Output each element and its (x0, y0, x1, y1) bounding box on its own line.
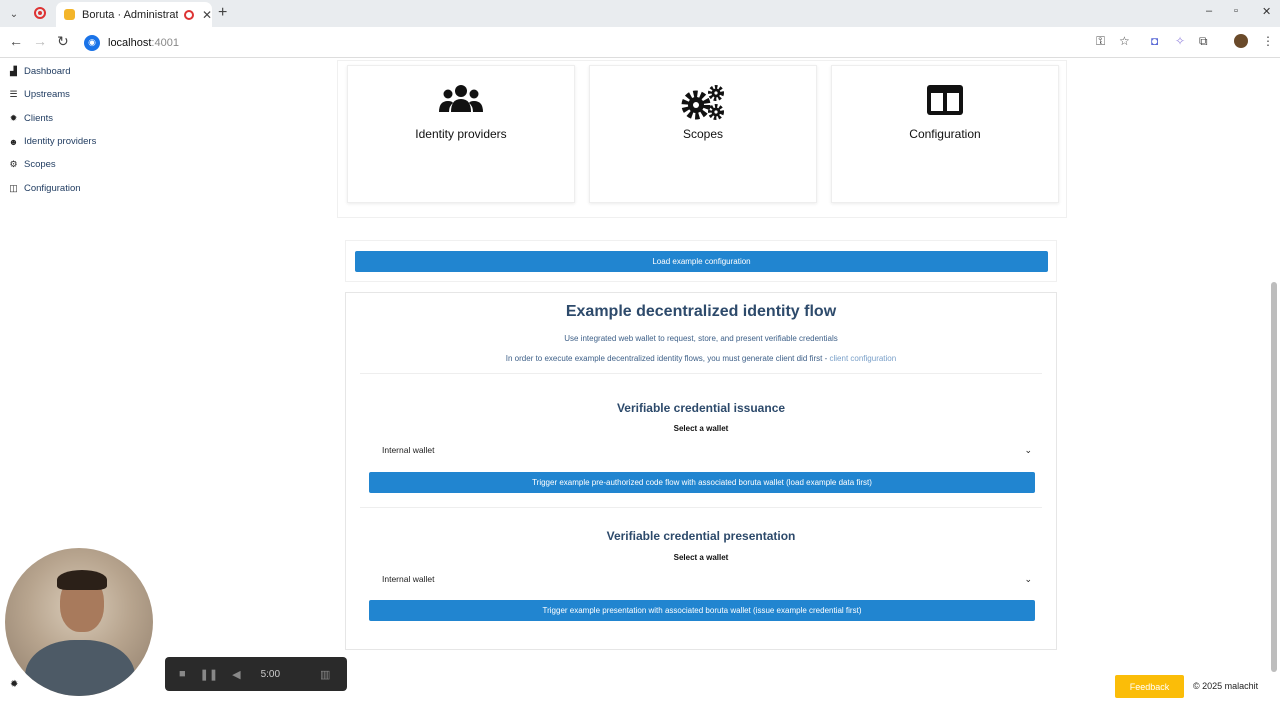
users-icon: ☻ (8, 136, 19, 147)
flow-note-text: In order to execute example decentralize… (505, 354, 830, 363)
sidebar-item-scopes[interactable]: ⚙ Scopes (0, 153, 200, 176)
mute-icon[interactable]: ◀ (232, 668, 240, 681)
load-example-configuration-button[interactable]: Load example configuration (355, 251, 1048, 272)
url-field[interactable]: ◉ localhost:4001 (80, 31, 1090, 54)
scrollbar[interactable] (1270, 62, 1278, 700)
card-configuration[interactable]: Configuration (831, 65, 1059, 203)
issuance-wallet-select[interactable]: Internal wallet ⌄ (370, 441, 1036, 459)
flow-subtitle: Use integrated web wallet to request, st… (564, 334, 838, 343)
screen-recorder-toolbar: ■ ❚❚ ◀ 5:00 ▥ (165, 657, 347, 691)
recording-timer: 5:00 (260, 668, 281, 680)
minimize-icon[interactable]: – (1206, 5, 1212, 17)
divider (360, 507, 1042, 508)
forward-icon[interactable]: → (33, 33, 47, 49)
chevron-down-icon: ⌄ (1024, 573, 1032, 584)
bookmark-star-icon[interactable]: ☆ (1119, 34, 1130, 48)
gears-icon (590, 84, 816, 127)
issuance-select-label: Select a wallet (673, 424, 729, 433)
client-configuration-link[interactable]: client configuration (830, 354, 897, 363)
sidebar-item-clients[interactable]: ✹ Clients (0, 107, 200, 130)
webcam-overlay (5, 548, 153, 696)
maximize-icon[interactable]: ▫ (1234, 5, 1238, 17)
card-label: Scopes (682, 127, 724, 141)
site-info-icon[interactable]: ◉ (84, 34, 100, 51)
presentation-wallet-select[interactable]: Internal wallet ⌄ (370, 570, 1036, 588)
presentation-title: Verifiable credential presentation (606, 529, 796, 543)
card-identity-providers[interactable]: Identity providers (347, 65, 575, 203)
settings-gear-icon[interactable]: ✹ (10, 679, 18, 690)
extensions-puzzle-icon[interactable]: ⧉ (1199, 34, 1208, 49)
columns-icon (832, 84, 1058, 123)
divider (360, 373, 1042, 374)
webcam-hair (57, 570, 107, 590)
sidebar-item-label: Upstreams (24, 89, 70, 101)
webcam-body (25, 640, 135, 696)
scrollbar-thumb[interactable] (1271, 282, 1277, 672)
delete-icon[interactable]: ▥ (320, 668, 330, 681)
trigger-presentation-button[interactable]: Trigger example presentation with associ… (369, 600, 1035, 621)
profile-avatar[interactable] (1234, 34, 1248, 48)
url-host: localhost (108, 36, 152, 49)
card-scopes[interactable]: Scopes (589, 65, 817, 203)
reload-icon[interactable]: ↻ (57, 33, 69, 50)
tab-recording-icon (183, 9, 194, 20)
dashboard-cards: Identity providers Scopes Configuration (337, 60, 1067, 218)
sidebar-item-upstreams[interactable]: ☰ Upstreams (0, 83, 200, 106)
close-window-icon[interactable]: ✕ (1262, 5, 1271, 18)
extension-icon[interactable]: ◘ (1151, 34, 1158, 48)
address-bar-row: ← → ↻ ◉ localhost:4001 ⚿ ☆ ◘ ✧ ⧉ ⋮ (0, 27, 1280, 58)
sidebar-item-label: Dashboard (24, 66, 71, 78)
sidebar-item-configuration[interactable]: ◫ Configuration (0, 176, 200, 199)
gear-icon: ✹ (9, 112, 18, 123)
key-icon[interactable]: ⚿ (1096, 34, 1105, 49)
tab-title: Boruta · Administratio (82, 8, 178, 21)
browser-tab[interactable]: Boruta · Administratio ✕ (56, 2, 212, 27)
load-example-section: Load example configuration (345, 240, 1057, 282)
browser-titlebar: ⌄ Boruta · Administratio ✕ + – ▫ ✕ (0, 0, 1280, 27)
chevron-down-icon: ⌄ (1024, 444, 1032, 455)
back-icon[interactable]: ← (9, 33, 23, 49)
feedback-button[interactable]: Feedback (1115, 675, 1184, 698)
decentralized-identity-flow: Example decentralized identity flow Use … (345, 292, 1057, 650)
new-tab-icon[interactable]: + (218, 4, 227, 22)
sidebar-item-dashboard[interactable]: ▟ Dashboard (0, 60, 200, 83)
sidebar: ▟ Dashboard ☰ Upstreams ✹ Clients ☻ Iden… (0, 60, 200, 200)
issuance-title: Verifiable credential issuance (616, 401, 786, 415)
url-port: :4001 (151, 36, 179, 49)
columns-icon: ◫ (9, 182, 18, 193)
sidebar-item-label: Clients (24, 112, 54, 124)
sidebar-item-label: Scopes (24, 159, 56, 171)
sidebar-item-label: Configuration (24, 182, 81, 194)
menu-kebab-icon[interactable]: ⋮ (1262, 34, 1274, 48)
tab-close-icon[interactable]: ✕ (202, 8, 212, 22)
gears-icon: ⚙ (9, 159, 18, 170)
pause-icon[interactable]: ❚❚ (200, 668, 218, 681)
presentation-wallet-value: Internal wallet (382, 574, 435, 584)
presentation-select-label: Select a wallet (673, 553, 729, 562)
trigger-issuance-button[interactable]: Trigger example pre-authorized code flow… (369, 472, 1035, 493)
recording-indicator-icon (34, 7, 46, 19)
users-icon (348, 84, 574, 121)
sidebar-item-label: Identity providers (24, 136, 97, 148)
flow-note: In order to execute example decentralize… (346, 354, 1056, 363)
extension-2-icon[interactable]: ✧ (1175, 34, 1185, 48)
issuance-wallet-value: Internal wallet (382, 445, 435, 455)
favicon-icon (64, 9, 75, 20)
chart-icon: ▟ (10, 66, 17, 77)
sidebar-item-identity-providers[interactable]: ☻ Identity providers (0, 130, 200, 153)
copyright-text: © 2025 malachit (1193, 681, 1259, 691)
card-label: Identity providers (415, 127, 507, 141)
card-label: Configuration (909, 127, 981, 141)
list-icon: ☰ (9, 89, 18, 100)
flow-title: Example decentralized identity flow (565, 303, 837, 320)
stop-icon[interactable]: ■ (179, 668, 186, 680)
tab-search-chevron-icon[interactable]: ⌄ (6, 6, 22, 22)
